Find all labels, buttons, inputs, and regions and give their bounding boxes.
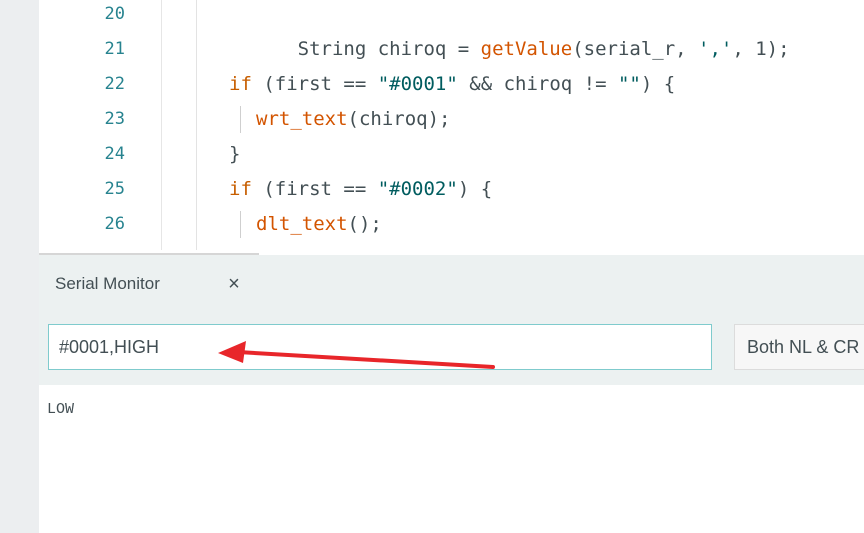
code-line: 20 String chiroq = getValue(serial_r, ',…: [39, 0, 864, 60]
tab-serial-monitor[interactable]: Serial Monitor: [55, 274, 160, 294]
line-number: 23: [104, 109, 125, 129]
code-line: 25 if (first == "#0002") {: [39, 172, 864, 207]
line-number: 26: [104, 214, 125, 234]
serial-input-bar: Both NL & CR: [39, 315, 864, 385]
serial-monitor-tabbar: Serial Monitor ×: [39, 255, 864, 315]
code-token: wrt_text: [256, 108, 348, 130]
code-token: ();: [347, 213, 382, 235]
code-token: (first ==: [251, 73, 378, 95]
code-token: (first ==: [251, 178, 378, 200]
code-text: if (first == "#0002") {: [229, 172, 492, 207]
code-token: ) {: [640, 73, 676, 95]
code-line: 22 if (first == "#0001" && chiroq != "")…: [39, 67, 864, 102]
code-token: if: [229, 178, 252, 200]
code-token: && chiroq !=: [457, 73, 618, 95]
code-line: 21: [39, 32, 864, 67]
code-editor[interactable]: 20 String chiroq = getValue(serial_r, ',…: [39, 0, 864, 250]
serial-output: LOW: [47, 401, 75, 418]
line-number: 21: [104, 39, 125, 59]
indent-guide: [240, 211, 241, 238]
code-token: dlt_text: [256, 213, 348, 235]
line-number: 22: [104, 74, 125, 94]
code-text: if (first == "#0001" && chiroq != "") {: [229, 67, 675, 102]
code-line: 26 dlt_text();: [39, 207, 864, 242]
line-number: 24: [104, 144, 125, 164]
line-number: 25: [104, 179, 125, 199]
code-line: 23 wrt_text(chiroq);: [39, 102, 864, 137]
left-sidebar-strip: [0, 0, 39, 533]
line-ending-select[interactable]: Both NL & CR: [734, 324, 864, 370]
close-icon[interactable]: ×: [223, 271, 245, 297]
code-token: if: [229, 73, 252, 95]
code-token: "": [617, 73, 641, 95]
indent-guide: [240, 106, 241, 133]
code-token: "#0002": [377, 178, 458, 200]
serial-message-input[interactable]: [48, 324, 712, 370]
line-number: 20: [104, 4, 125, 24]
code-text: }: [229, 143, 241, 165]
code-line: 24 }: [39, 137, 864, 172]
code-token: "#0001": [377, 73, 458, 95]
code-token: ) {: [457, 178, 493, 200]
code-token: (chiroq);: [347, 108, 451, 130]
code-text: wrt_text(chiroq);: [256, 102, 450, 137]
serial-monitor-panel: Serial Monitor × Both NL & CR LOW: [39, 255, 864, 533]
code-text: dlt_text();: [256, 207, 382, 242]
